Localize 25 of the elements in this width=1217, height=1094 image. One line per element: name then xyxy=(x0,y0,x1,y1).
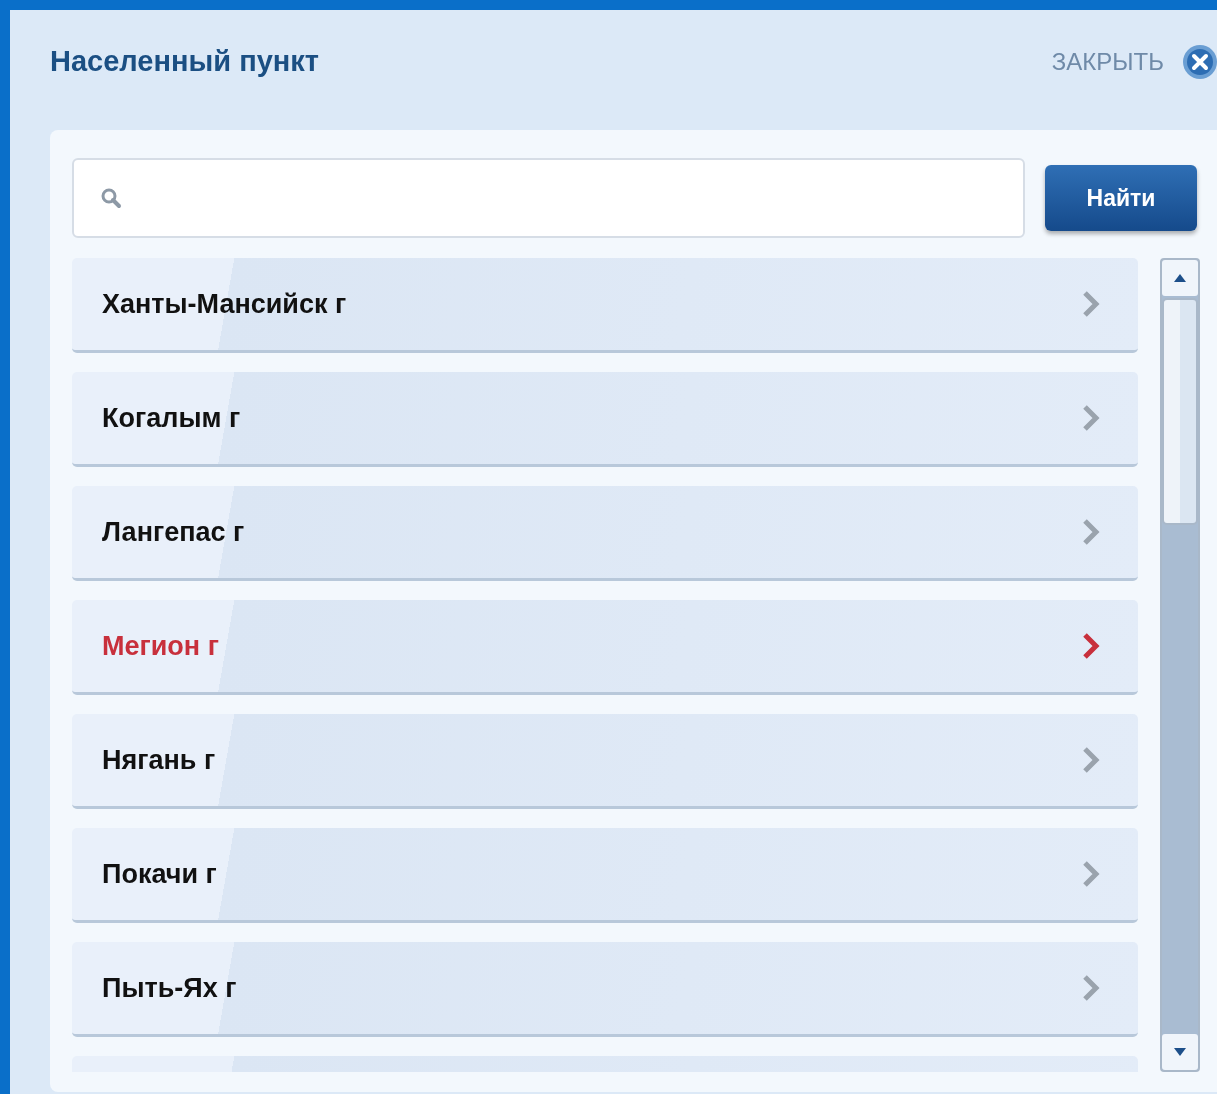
chevron-icon xyxy=(1082,632,1100,660)
chevron-icon xyxy=(1082,746,1100,774)
list-item[interactable]: Пыть-Ях г xyxy=(72,942,1138,1037)
close-icon[interactable] xyxy=(1182,44,1217,80)
scroll-up-button[interactable] xyxy=(1162,260,1198,296)
list-item[interactable]: Мегион г xyxy=(72,600,1138,695)
find-button[interactable]: Найти xyxy=(1045,165,1197,231)
search-field[interactable] xyxy=(72,158,1025,238)
dialog-title: Населенный пункт xyxy=(50,44,320,80)
list-item[interactable]: Нягань г xyxy=(72,714,1138,809)
chevron-icon xyxy=(1082,518,1100,546)
search-icon xyxy=(100,187,122,209)
scrollbar-thumb[interactable] xyxy=(1162,298,1198,525)
chevron-icon xyxy=(1082,404,1100,432)
down-arrow-icon xyxy=(1174,1048,1186,1056)
list-item[interactable]: Лангепас г xyxy=(72,486,1138,581)
chevron-icon xyxy=(1082,974,1100,1002)
scroll-down-button[interactable] xyxy=(1162,1034,1198,1070)
list-item[interactable]: Покачи г xyxy=(72,828,1138,923)
list-item[interactable]: Когалым г xyxy=(72,372,1138,467)
scrollbar[interactable] xyxy=(1160,258,1200,1072)
list-item[interactable]: Ханты-Мансийск г xyxy=(72,258,1138,353)
chevron-icon xyxy=(1082,290,1100,318)
up-arrow-icon xyxy=(1174,274,1186,282)
chevron-icon xyxy=(1082,860,1100,888)
